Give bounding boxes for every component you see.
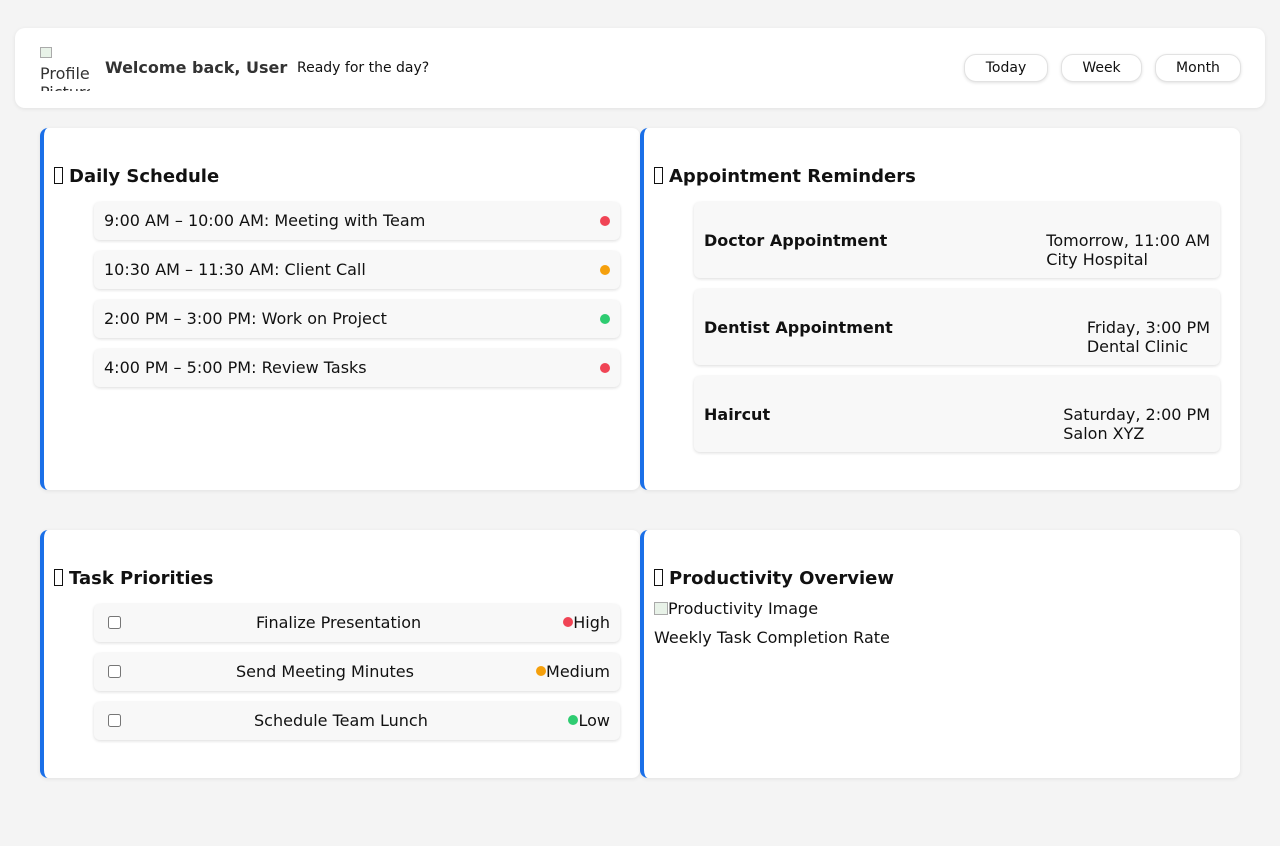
appointment-name: Dentist Appointment (704, 318, 893, 337)
priority-label: Medium (536, 662, 610, 682)
productivity-image-alt: Productivity Image (668, 599, 819, 618)
productivity-image: Productivity Image (654, 600, 818, 618)
schedule-item[interactable]: 10:30 AM – 11:30 AM: Client Call (94, 251, 620, 289)
task-item: Schedule Team Lunch Low (94, 702, 620, 740)
month-button[interactable]: Month (1155, 54, 1241, 82)
appointment-time: Friday, 3:00 PM (1086, 318, 1210, 337)
today-button[interactable]: Today (964, 54, 1048, 82)
status-dot-icon (600, 216, 610, 226)
appointment-details: Friday, 3:00 PM Dental Clinic (1087, 318, 1210, 356)
card-title: Daily Schedule (54, 166, 219, 188)
priority-dot-icon (563, 617, 574, 627)
schedule-item[interactable]: 9:00 AM – 10:00 AM: Meeting with Team (94, 202, 620, 240)
header-bar: Profile Picture Welcome back, User Ready… (15, 28, 1265, 108)
missing-glyph-icon (654, 167, 663, 184)
priority-text: Medium (546, 662, 610, 681)
schedule-item[interactable]: 2:00 PM – 3:00 PM: Work on Project (94, 300, 620, 338)
task-checkbox[interactable] (108, 665, 121, 678)
broken-image-icon (654, 602, 668, 615)
task-checkbox[interactable] (108, 714, 121, 727)
broken-image-icon (40, 47, 52, 58)
priority-label: Low (568, 711, 610, 731)
appointment-location: Dental Clinic (1086, 337, 1189, 356)
tagline: Ready for the day? (297, 60, 430, 76)
card-title: Task Priorities (54, 568, 213, 590)
priority-text: High (573, 613, 610, 632)
task-item: Finalize Presentation High (94, 604, 620, 642)
priority-dot-icon (536, 666, 547, 676)
task-name: Schedule Team Lunch (254, 711, 428, 730)
schedule-item-text: 2:00 PM – 3:00 PM: Work on Project (104, 309, 387, 328)
task-item: Send Meeting Minutes Medium (94, 653, 620, 691)
daily-schedule-title: Daily Schedule (69, 166, 220, 187)
appointment-time: Tomorrow, 11:00 AM (1046, 231, 1210, 250)
priority-text: Low (578, 711, 610, 730)
appointment-reminders-title: Appointment Reminders (669, 166, 916, 187)
appointment-name: Haircut (704, 405, 771, 424)
daily-schedule-card: Daily Schedule 9:00 AM – 10:00 AM: Meeti… (40, 128, 640, 490)
status-dot-icon (600, 314, 610, 324)
appointment-details: Tomorrow, 11:00 AM City Hospital (1046, 231, 1210, 269)
productivity-overview-card: Productivity Overview Productivity Image… (640, 530, 1240, 778)
missing-glyph-icon (54, 569, 63, 586)
appointment-details: Saturday, 2:00 PM Salon XYZ (1063, 405, 1210, 443)
status-dot-icon (600, 363, 610, 373)
appointment-item[interactable]: Doctor Appointment Tomorrow, 11:00 AM Cit… (694, 202, 1220, 278)
appointment-time: Saturday, 2:00 PM (1063, 405, 1210, 424)
appointment-item[interactable]: Haircut Saturday, 2:00 PM Salon XYZ (694, 376, 1220, 452)
schedule-item[interactable]: 4:00 PM – 5:00 PM: Review Tasks (94, 349, 620, 387)
appointment-item[interactable]: Dentist Appointment Friday, 3:00 PM Denta… (694, 289, 1220, 365)
schedule-item-text: 10:30 AM – 11:30 AM: Client Call (104, 260, 366, 279)
status-dot-icon (600, 265, 610, 275)
missing-glyph-icon (54, 167, 63, 184)
appointment-location: City Hospital (1046, 250, 1148, 269)
profile-picture-alt: Profile Picture (40, 64, 90, 91)
task-checkbox[interactable] (108, 616, 121, 629)
task-priorities-card: Task Priorities Finalize Presentation Hi… (40, 530, 640, 778)
task-name: Send Meeting Minutes (236, 662, 414, 681)
card-title: Productivity Overview (654, 568, 894, 590)
task-priorities-title: Task Priorities (69, 568, 214, 589)
profile-picture[interactable]: Profile Picture (40, 45, 90, 91)
welcome-message: Welcome back, User (105, 58, 288, 77)
appointment-reminders-card: Appointment Reminders Doctor Appointment… (640, 128, 1240, 490)
missing-glyph-icon (654, 569, 663, 586)
priority-dot-icon (568, 715, 579, 725)
priority-label: High (563, 613, 610, 633)
schedule-item-text: 9:00 AM – 10:00 AM: Meeting with Team (104, 211, 426, 230)
card-title: Appointment Reminders (654, 166, 916, 188)
appointment-location: Salon XYZ (1063, 424, 1145, 443)
productivity-caption: Weekly Task Completion Rate (654, 628, 890, 647)
appointment-name: Doctor Appointment (704, 231, 888, 250)
week-button[interactable]: Week (1061, 54, 1142, 82)
schedule-item-text: 4:00 PM – 5:00 PM: Review Tasks (104, 358, 367, 377)
task-name: Finalize Presentation (256, 613, 422, 632)
productivity-overview-title: Productivity Overview (669, 568, 894, 589)
